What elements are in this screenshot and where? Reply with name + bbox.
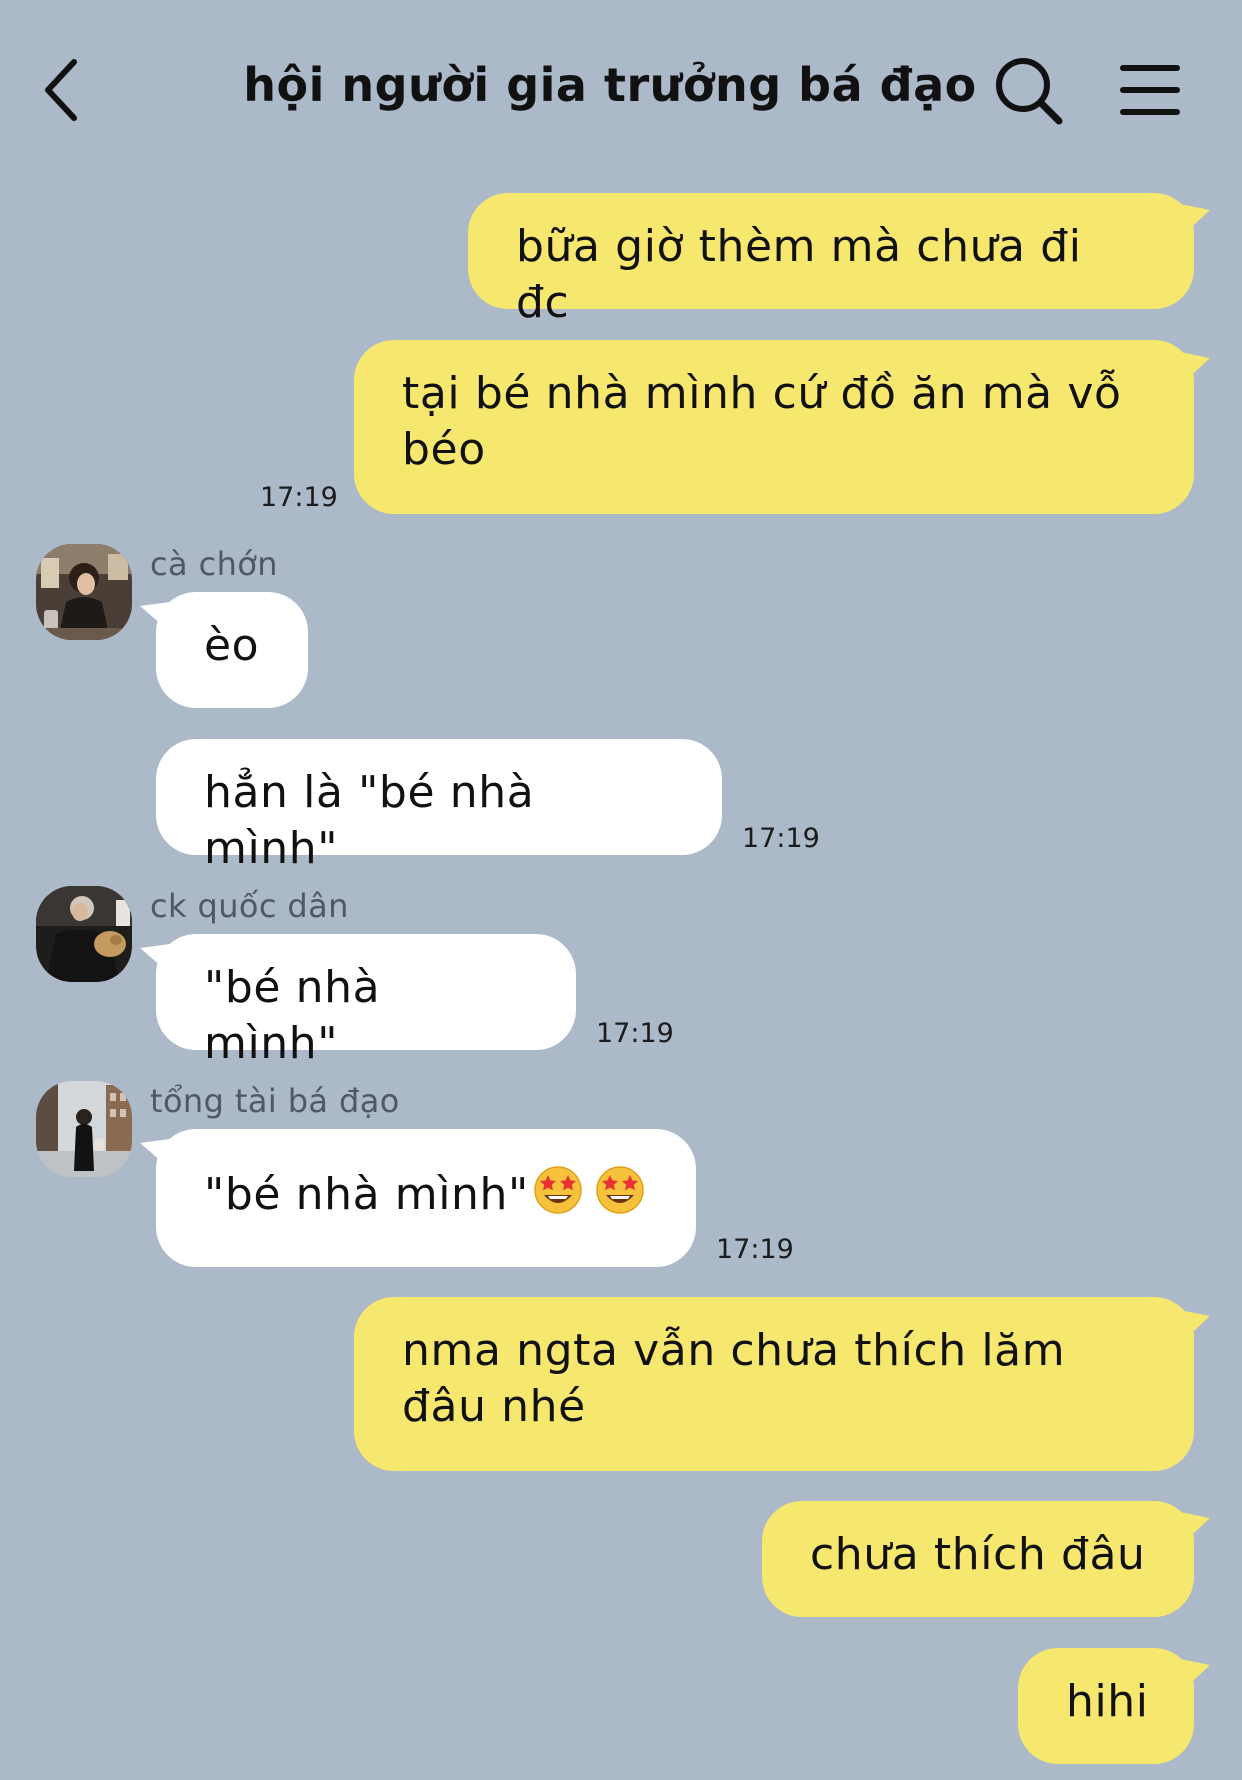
message-timestamp: 17:19 [742, 823, 820, 854]
sender-name: tổng tài bá đạo [150, 1082, 400, 1120]
chat-title: hội người gia trưởng bá đạo [243, 58, 977, 112]
message-text: "bé nhà mình" [204, 962, 381, 1069]
hamburger-menu-icon [1120, 65, 1180, 115]
message-text-line: đâu nhé [402, 1381, 586, 1432]
avatar-tong-tai-ba-dao[interactable] [36, 1081, 132, 1177]
outgoing-message-bubble[interactable]: hihi [1018, 1648, 1194, 1764]
message-text: bữa giờ thèm mà chưa đi đc [516, 221, 1082, 328]
avatar-ck-quoc-dan[interactable] [36, 886, 132, 982]
bubble-tail [1180, 1659, 1210, 1693]
message-text-line: tại bé nhà mình cứ đồ ăn mà vỗ [402, 368, 1122, 419]
message-text: "bé nhà mình" [204, 1169, 529, 1220]
incoming-message-bubble[interactable]: èo [156, 592, 308, 708]
message-text: hẳn là "bé nhà mình" [204, 767, 535, 874]
incoming-message-bubble[interactable]: hẳn là "bé nhà mình" [156, 739, 722, 874]
message-timestamp: 17:19 [260, 482, 338, 513]
sender-name: ck quốc dân [150, 887, 349, 925]
star-struck-emoji-icon [534, 1166, 582, 1214]
outgoing-message-bubble[interactable]: bữa giờ thèm mà chưa đi đc [468, 193, 1194, 328]
outgoing-message-bubble[interactable]: nma ngta vẫn chưa thích lăm đâu nhé [354, 1297, 1194, 1471]
incoming-message-bubble[interactable]: "bé nhà mình" [156, 1129, 696, 1267]
menu-button[interactable] [1118, 60, 1182, 120]
star-struck-emoji-icon [596, 1166, 644, 1214]
back-button[interactable] [38, 56, 88, 126]
sender-name: cà chớn [150, 545, 278, 583]
search-button[interactable] [993, 55, 1065, 127]
message-text-line: nma ngta vẫn chưa thích lăm [402, 1325, 1066, 1376]
bubble-tail [1180, 1512, 1210, 1546]
bubble-tail [1180, 204, 1210, 238]
search-icon [996, 58, 1063, 125]
message-text: hihi [1066, 1676, 1149, 1727]
incoming-message-bubble[interactable]: "bé nhà mình" [156, 934, 576, 1069]
avatar-ca-chon[interactable] [36, 544, 132, 640]
message-text: èo [204, 620, 260, 671]
message-text-line: béo [402, 424, 486, 475]
outgoing-message-bubble[interactable]: tại bé nhà mình cứ đồ ăn mà vỗ béo [354, 340, 1194, 514]
message-text: chưa thích đâu [810, 1529, 1146, 1580]
message-timestamp: 17:19 [596, 1018, 674, 1049]
bubble-tail [1180, 352, 1210, 386]
bubble-tail [1180, 1310, 1210, 1344]
chevron-left-icon [45, 59, 77, 121]
chat-header: hội người gia trưởng bá đạo [0, 0, 1242, 150]
outgoing-message-bubble[interactable]: chưa thích đâu [762, 1501, 1194, 1617]
message-timestamp: 17:19 [716, 1234, 794, 1265]
